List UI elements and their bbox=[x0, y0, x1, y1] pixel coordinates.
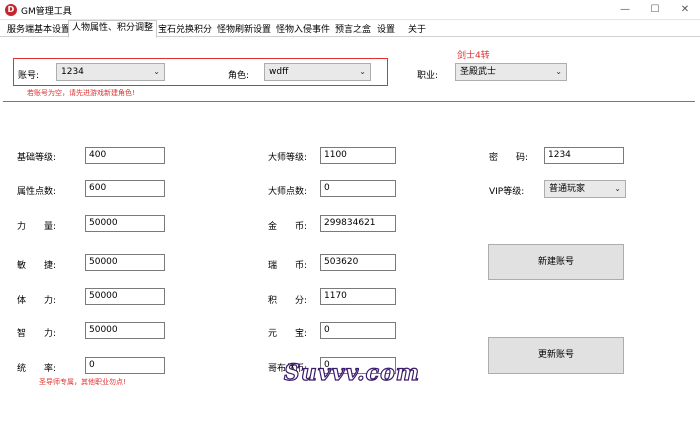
maximize-button[interactable]: ☐ bbox=[640, 0, 670, 20]
role-value: wdff bbox=[269, 67, 289, 77]
agility-input[interactable]: 50000 bbox=[85, 254, 165, 271]
password-input[interactable]: 1234 bbox=[544, 147, 624, 164]
ruby-coin-label: 瑞 币: bbox=[268, 261, 308, 271]
attribute-points-input[interactable]: 600 bbox=[85, 180, 165, 197]
watermark: Suvvv.com bbox=[283, 359, 421, 386]
base-level-input[interactable]: 400 bbox=[85, 147, 165, 164]
section-divider bbox=[3, 101, 695, 102]
ruby-coin-input[interactable]: 503620 bbox=[320, 254, 396, 271]
attribute-points-label: 属性点数: bbox=[17, 187, 57, 197]
agility-label: 敏 捷: bbox=[17, 261, 57, 271]
base-level-label: 基础等级: bbox=[17, 153, 57, 163]
account-label: 账号: bbox=[18, 71, 40, 81]
update-account-button[interactable]: 更新账号 bbox=[488, 337, 624, 374]
new-account-button[interactable]: 新建账号 bbox=[488, 244, 624, 280]
job-rank-text: 剑士4转 bbox=[457, 51, 490, 61]
intelligence-input[interactable]: 50000 bbox=[85, 322, 165, 339]
tab-gem-exchange[interactable]: 宝石兑换积分 bbox=[154, 22, 216, 37]
intelligence-label: 智 力: bbox=[17, 329, 57, 339]
score-label: 积 分: bbox=[268, 296, 308, 306]
chevron-down-icon: ⌄ bbox=[359, 67, 366, 76]
account-warning: 若账号为空，请先进游戏新建角色! bbox=[27, 89, 135, 97]
command-note: 圣导师专属，其他职业勿点! bbox=[39, 378, 126, 386]
minimize-button[interactable]: — bbox=[610, 0, 640, 20]
gold-label: 金 币: bbox=[268, 222, 308, 232]
tab-prophecy-box[interactable]: 预言之盒 bbox=[331, 22, 375, 37]
tab-server-settings[interactable]: 服务端基本设置 bbox=[3, 22, 74, 37]
score-input[interactable]: 1170 bbox=[320, 288, 396, 305]
chevron-down-icon: ⌄ bbox=[614, 184, 621, 193]
close-button[interactable]: ✕ bbox=[670, 0, 700, 20]
tab-bar: 服务端基本设置 人物属性、积分调整 宝石兑换积分 怪物刷新设置 怪物入侵事件 预… bbox=[0, 20, 700, 38]
window-title: GM管理工具 bbox=[21, 7, 72, 17]
tab-monster-refresh[interactable]: 怪物刷新设置 bbox=[213, 22, 275, 37]
account-select[interactable]: 1234 ⌄ bbox=[56, 63, 165, 81]
ingot-input[interactable]: 0 bbox=[320, 322, 396, 339]
tab-monster-invasion[interactable]: 怪物入侵事件 bbox=[272, 22, 334, 37]
master-points-input[interactable]: 0 bbox=[320, 180, 396, 197]
tab-settings[interactable]: 设置 bbox=[373, 22, 399, 37]
command-input[interactable]: 0 bbox=[85, 357, 165, 374]
title-bar: D GM管理工具 — ☐ ✕ bbox=[0, 0, 700, 20]
strength-input[interactable]: 50000 bbox=[85, 215, 165, 232]
tab-character-attributes[interactable]: 人物属性、积分调整 bbox=[68, 20, 158, 38]
app-logo-icon: D bbox=[5, 4, 17, 16]
gold-input[interactable]: 299834621 bbox=[320, 215, 396, 232]
master-level-label: 大师等级: bbox=[268, 153, 308, 163]
vip-level-select[interactable]: 普通玩家 ⌄ bbox=[544, 180, 626, 198]
vip-level-value: 普通玩家 bbox=[549, 184, 586, 194]
job-value: 圣殿武士 bbox=[460, 67, 497, 77]
role-select[interactable]: wdff ⌄ bbox=[264, 63, 371, 81]
command-label: 统 率: bbox=[17, 364, 57, 374]
character-panel: 账号: 1234 ⌄ 角色: wdff ⌄ 若账号为空，请先进游戏新建角色! 剑士4… bbox=[0, 37, 700, 425]
chevron-down-icon: ⌄ bbox=[555, 67, 562, 76]
password-label: 密 码: bbox=[489, 153, 529, 163]
job-select[interactable]: 圣殿武士 ⌄ bbox=[455, 63, 567, 81]
account-value: 1234 bbox=[61, 67, 84, 77]
vip-level-label: VIP等级: bbox=[489, 187, 525, 197]
ingot-label: 元 宝: bbox=[268, 329, 308, 339]
job-label: 职业: bbox=[417, 71, 439, 81]
chevron-down-icon: ⌄ bbox=[153, 67, 160, 76]
stamina-input[interactable]: 50000 bbox=[85, 288, 165, 305]
role-label: 角色: bbox=[228, 71, 250, 81]
stamina-label: 体 力: bbox=[17, 296, 57, 306]
strength-label: 力 量: bbox=[17, 222, 57, 232]
master-points-label: 大师点数: bbox=[268, 187, 308, 197]
tab-about[interactable]: 关于 bbox=[404, 22, 430, 37]
master-level-input[interactable]: 1100 bbox=[320, 147, 396, 164]
